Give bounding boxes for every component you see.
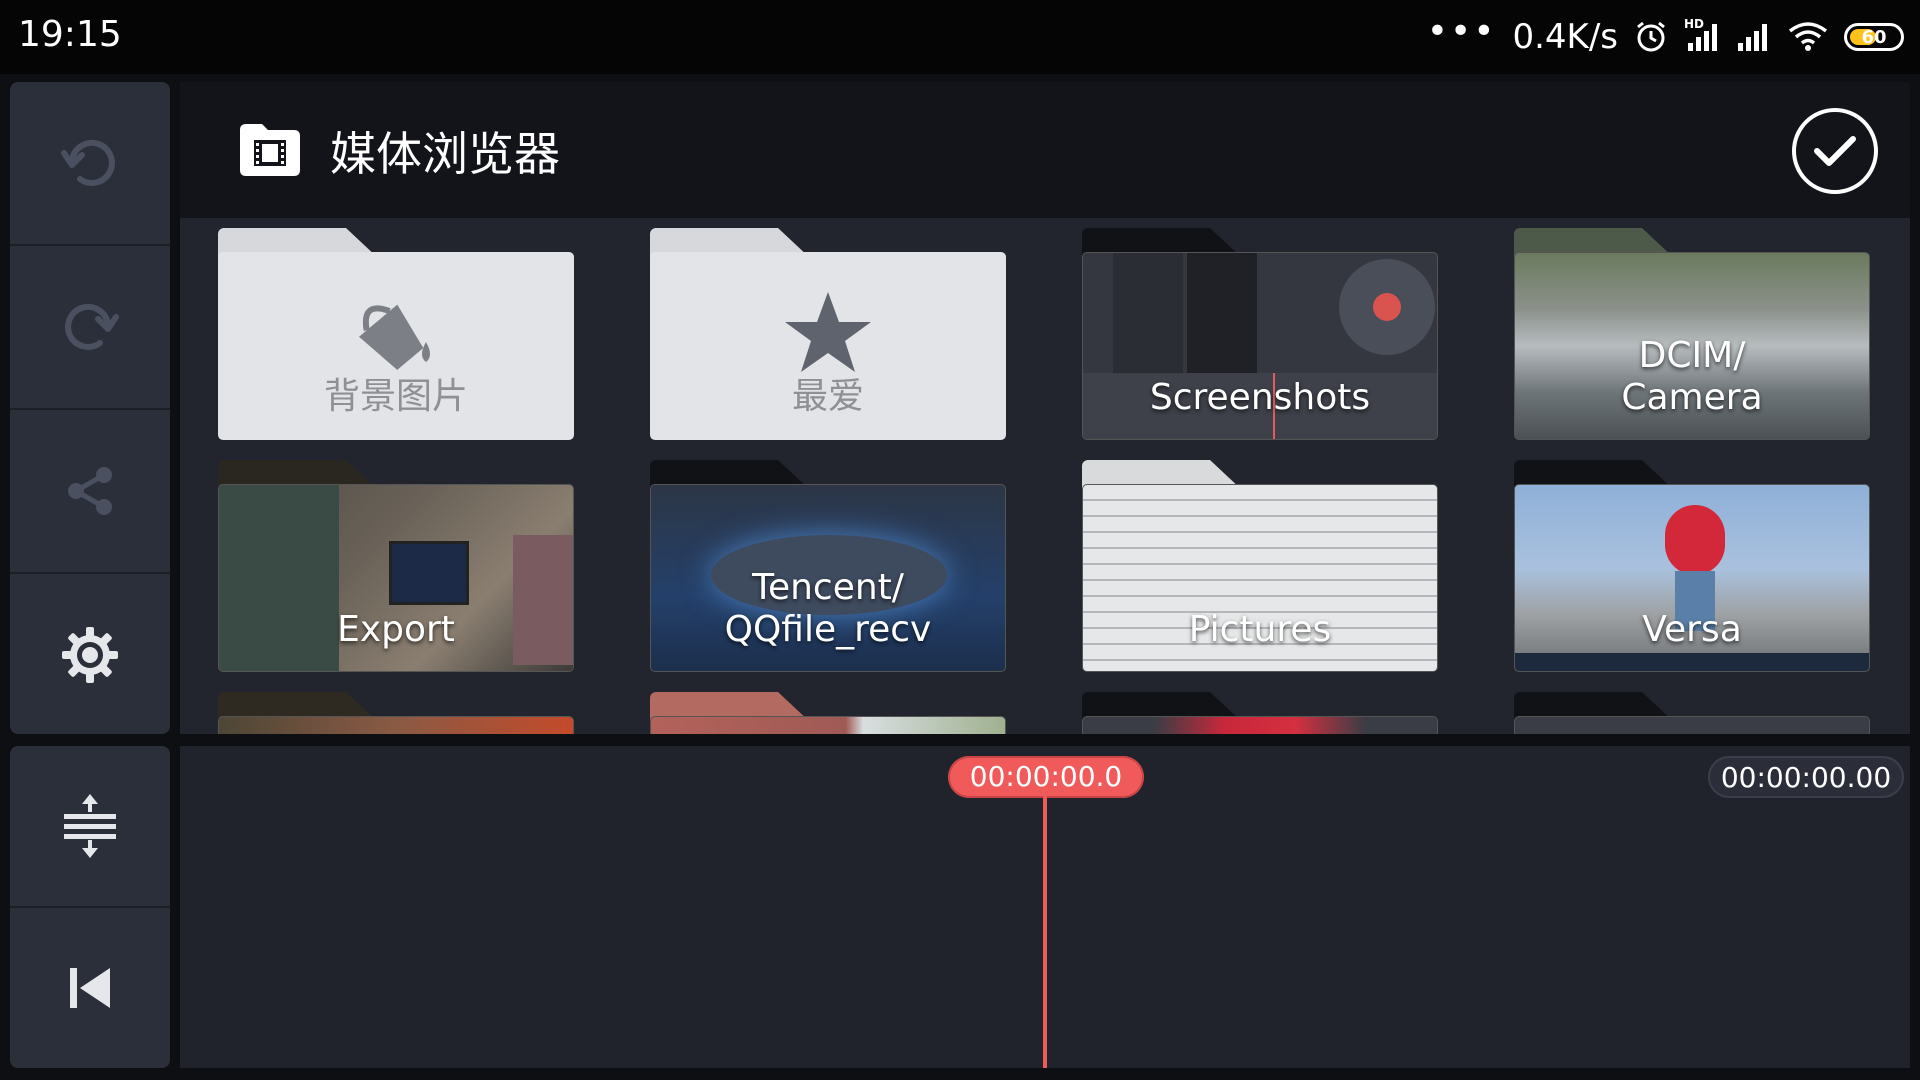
folder-label: 背景图片 bbox=[323, 376, 468, 417]
wifi-icon bbox=[1788, 21, 1828, 53]
network-speed: 0.4K/s bbox=[1512, 17, 1618, 57]
current-time-badge[interactable]: 00:00:00.0 bbox=[948, 756, 1144, 798]
total-duration-badge: 00:00:00.00 bbox=[1708, 756, 1904, 798]
folder-dcim-camera[interactable]: DCIM/ Camera bbox=[1514, 228, 1870, 440]
folder-partial-2[interactable] bbox=[650, 692, 1006, 734]
folder-grid: 背景图片 最爱 Screenshots DCIM/ Camera Export … bbox=[180, 218, 1910, 734]
paint-bucket-icon bbox=[358, 304, 430, 370]
alarm-clock-icon bbox=[1634, 20, 1668, 54]
battery-level: 60 bbox=[1861, 26, 1887, 48]
undo-button[interactable] bbox=[10, 82, 170, 246]
folder-export[interactable]: Export bbox=[218, 460, 574, 672]
timeline-area[interactable]: 00:00:00.0 00:00:00.00 bbox=[180, 746, 1910, 1068]
folder-background-images[interactable]: 背景图片 bbox=[218, 228, 574, 440]
folder-partial-3[interactable] bbox=[1082, 692, 1438, 734]
page-title: 媒体浏览器 bbox=[330, 127, 560, 181]
folder-label: Versa bbox=[1642, 609, 1742, 650]
folder-label-line2: Camera bbox=[1621, 377, 1763, 418]
status-time: 19:15 bbox=[18, 14, 122, 55]
folder-label-line1: Tencent/ bbox=[752, 567, 904, 608]
folder-favorites[interactable]: 最爱 bbox=[650, 228, 1006, 440]
track-expand-icon bbox=[64, 794, 116, 858]
status-bar: 19:15 ••• 0.4K/s HD 60 bbox=[0, 0, 1920, 74]
undo-icon bbox=[61, 139, 115, 186]
folder-label: Pictures bbox=[1188, 609, 1332, 650]
redo-button[interactable] bbox=[10, 246, 170, 410]
share-icon bbox=[68, 467, 112, 515]
edit-toolbar bbox=[10, 82, 170, 734]
folder-label-line1: DCIM/ bbox=[1638, 335, 1746, 376]
media-browser-panel: 媒体浏览器 背景图片 最爱 Screenshots DCIM/ Camera E… bbox=[180, 82, 1910, 734]
folder-tencent-qqfile[interactable]: Tencent/ QQfile_recv bbox=[650, 460, 1006, 672]
star-icon bbox=[785, 292, 871, 372]
battery-icon: 60 bbox=[1844, 23, 1904, 51]
folder-partial-1[interactable] bbox=[218, 692, 574, 734]
redo-icon bbox=[65, 303, 119, 350]
folder-screenshots[interactable]: Screenshots bbox=[1082, 228, 1438, 440]
media-browser-header: 媒体浏览器 bbox=[180, 82, 1910, 218]
settings-button[interactable] bbox=[10, 574, 170, 734]
hd-badge: HD bbox=[1684, 17, 1705, 31]
timeline-toolbar bbox=[10, 746, 170, 1068]
checkmark-icon bbox=[1814, 136, 1856, 166]
status-indicators: ••• 0.4K/s HD 60 bbox=[1427, 14, 1904, 60]
share-button[interactable] bbox=[10, 410, 170, 574]
folder-label-line2: QQfile_recv bbox=[724, 609, 932, 650]
folder-pictures[interactable]: Pictures bbox=[1082, 460, 1438, 672]
folder-label: Export bbox=[337, 609, 455, 650]
folder-label: 最爱 bbox=[791, 376, 864, 417]
hd-signal-icon: HD bbox=[1684, 17, 1720, 53]
signal-icon bbox=[1736, 21, 1772, 53]
track-height-button[interactable] bbox=[10, 746, 170, 908]
film-folder-icon bbox=[240, 124, 300, 180]
skip-to-start-icon bbox=[70, 968, 110, 1008]
gear-icon bbox=[62, 627, 118, 683]
folder-versa[interactable]: Versa bbox=[1514, 460, 1870, 672]
more-notifications-icon: ••• bbox=[1426, 11, 1497, 52]
folder-label: Screenshots bbox=[1149, 377, 1371, 418]
folder-partial-4[interactable] bbox=[1514, 692, 1870, 734]
confirm-button[interactable] bbox=[1792, 108, 1878, 194]
playhead[interactable] bbox=[1043, 796, 1047, 1068]
skip-to-start-button[interactable] bbox=[10, 908, 170, 1068]
